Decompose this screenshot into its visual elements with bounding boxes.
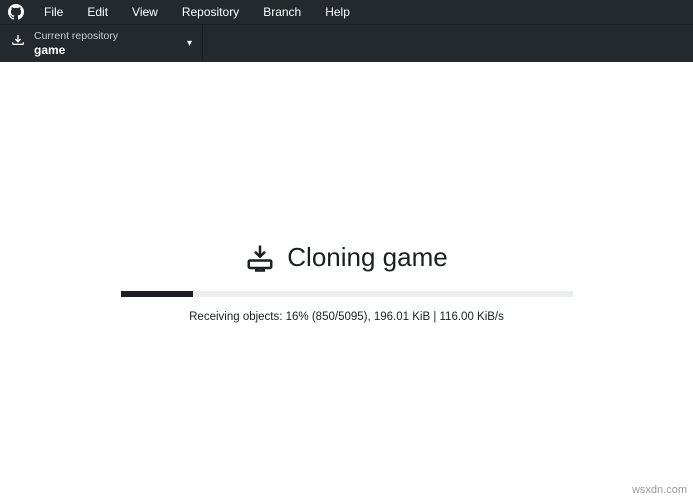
download-icon — [10, 33, 26, 54]
github-logo-icon — [8, 4, 24, 20]
menu-help[interactable]: Help — [315, 2, 360, 22]
menu-repository[interactable]: Repository — [172, 2, 249, 22]
current-repository-selector[interactable]: Current repository game ▾ — [0, 25, 203, 62]
desktop-download-icon — [245, 243, 275, 273]
chevron-down-icon: ▾ — [187, 38, 192, 49]
menu-branch[interactable]: Branch — [253, 2, 311, 22]
repo-selector-value: game — [34, 43, 179, 57]
clone-progress-bar — [121, 291, 573, 297]
watermark: wsxdn.com — [632, 484, 687, 496]
menu-file[interactable]: File — [34, 2, 73, 22]
clone-title-row: Cloning game — [245, 242, 447, 273]
toolbar: Current repository game ▾ — [0, 24, 693, 62]
repo-selector-label: Current repository — [34, 30, 179, 43]
repo-selector-text: Current repository game — [34, 30, 179, 57]
menu-view[interactable]: View — [122, 2, 168, 22]
menubar: File Edit View Repository Branch Help — [0, 0, 693, 24]
clone-status-text: Receiving objects: 16% (850/5095), 196.0… — [189, 311, 504, 323]
clone-title: Cloning game — [287, 242, 447, 273]
main-content: Cloning game Receiving objects: 16% (850… — [0, 62, 693, 323]
menu-edit[interactable]: Edit — [77, 2, 118, 22]
clone-progress-fill — [121, 291, 193, 297]
